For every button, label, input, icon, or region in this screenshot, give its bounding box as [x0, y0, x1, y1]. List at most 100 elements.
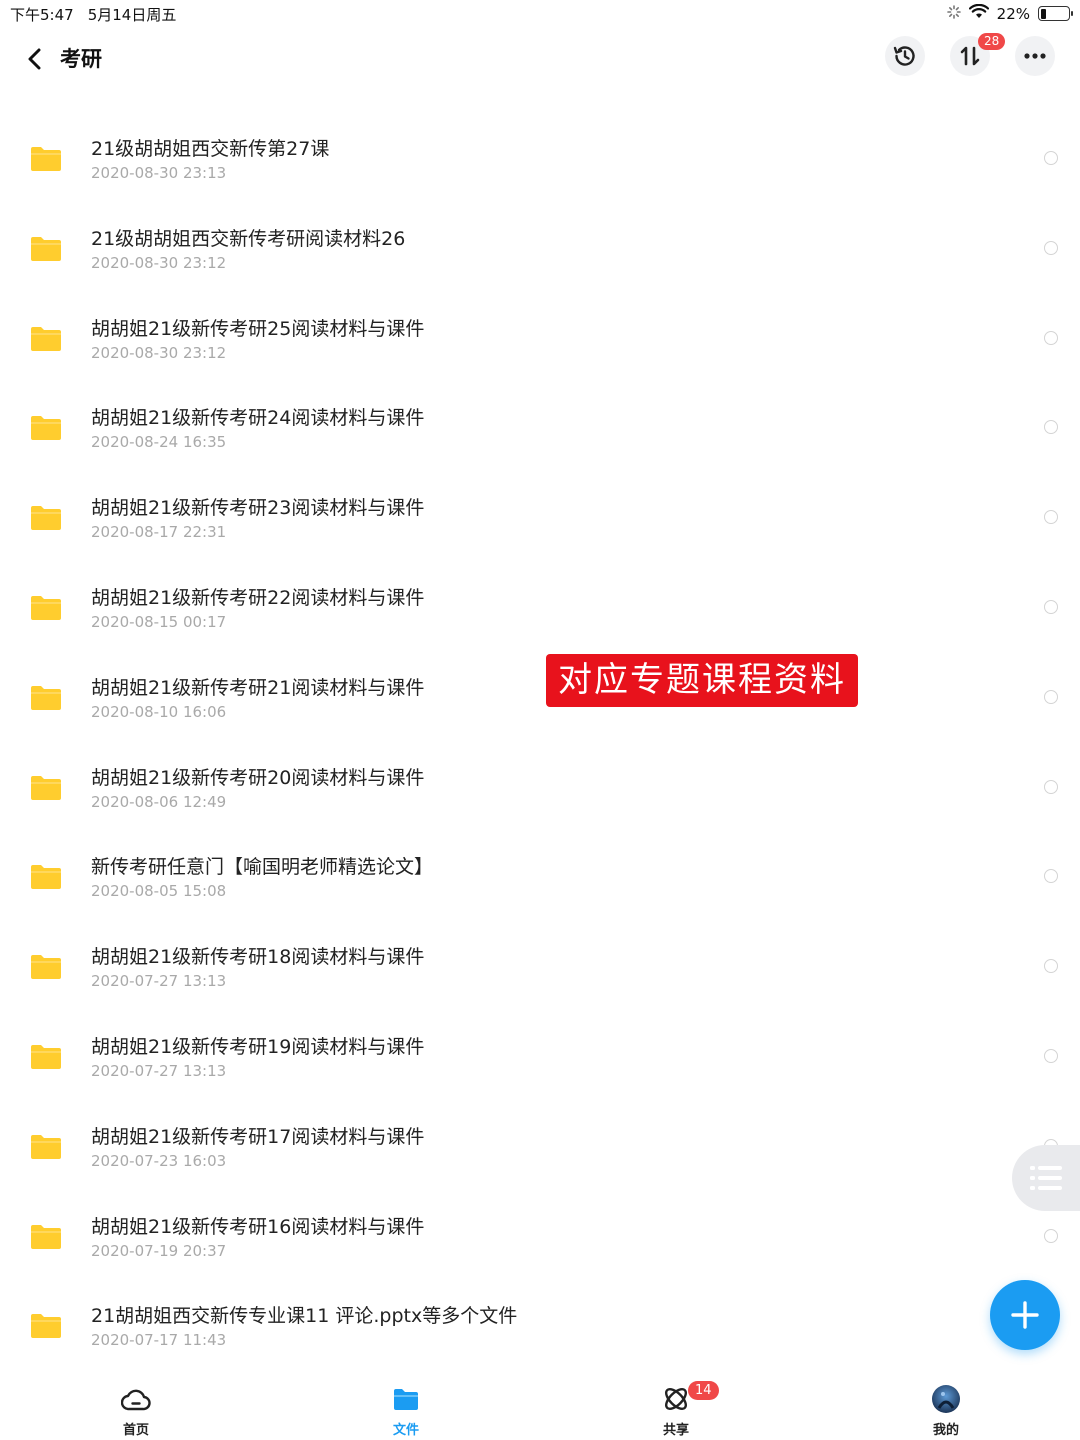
wifi-icon — [968, 3, 989, 23]
tab-files-label: 文件 — [392, 1423, 419, 1438]
folder-icon — [31, 147, 61, 171]
battery-icon — [1038, 6, 1073, 21]
folder-icon — [31, 416, 61, 441]
tab-profile-label: 我的 — [932, 1423, 959, 1438]
select-checkbox[interactable] — [1044, 510, 1058, 525]
folder-icon — [31, 865, 61, 890]
select-checkbox[interactable] — [1044, 151, 1058, 165]
list-item[interactable]: 胡胡姐21级新传考研16阅读材料与课件 2020-07-19 20:37 — [0, 1190, 1080, 1280]
select-checkbox[interactable] — [1044, 689, 1058, 704]
cloud-home-icon — [121, 1389, 151, 1411]
file-name: 胡胡姐21级新传考研21阅读材料与课件 — [91, 676, 425, 699]
history-icon — [893, 46, 915, 66]
more-button[interactable] — [1015, 36, 1055, 76]
file-name: 21胡胡姐西交新传专业课11 评论.pptx等多个文件 — [91, 1305, 518, 1328]
file-name: 新传考研任意门【喻国明老师精选论文】 — [91, 856, 434, 879]
list-item[interactable]: 胡胡姐21级新传考研20阅读材料与课件 2020-08-06 12:49 — [0, 741, 1080, 831]
list-item[interactable]: 21级胡胡姐西交新传第27课 2020-08-30 23:13 — [0, 112, 1080, 202]
more-dots-icon — [1024, 53, 1046, 59]
list-item[interactable]: 21级胡胡姐西交新传考研阅读材料26 2020-08-30 23:12 — [0, 202, 1080, 292]
file-list: 21级胡胡姐西交新传第27课 2020-08-30 23:13 21级胡胡姐西交新传… — [0, 112, 1080, 1369]
battery-level — [1040, 8, 1047, 19]
folder-icon — [31, 775, 61, 800]
status-time: 下午5:47 — [10, 6, 74, 24]
folder-icon — [31, 1134, 61, 1159]
share-badge: 14 — [688, 1381, 719, 1400]
select-checkbox[interactable] — [1044, 330, 1058, 345]
plus-icon — [1011, 1301, 1039, 1329]
list-item[interactable]: 胡胡姐21级新传考研17阅读材料与课件 2020-07-23 16:03 — [0, 1100, 1080, 1190]
folder-icon — [394, 1389, 418, 1410]
file-date: 2020-08-30 23:12 — [91, 253, 227, 272]
folder-icon — [31, 1044, 61, 1069]
list-item[interactable]: 胡胡姐21级新传考研25阅读材料与课件 2020-08-30 23:12 — [0, 292, 1080, 382]
loading-spinner-icon — [946, 4, 961, 23]
file-name: 21级胡胡姐西交新传考研阅读材料26 — [91, 227, 406, 250]
list-icon — [1030, 1166, 1062, 1190]
transfer-button[interactable]: 28 — [950, 33, 1006, 76]
tab-files[interactable]: 文件 — [356, 1378, 456, 1440]
page-title: 考研 — [60, 47, 102, 71]
select-checkbox[interactable] — [1044, 240, 1058, 255]
list-item[interactable]: 胡胡姐21级新传考研24阅读材料与课件 2020-08-24 16:35 — [0, 381, 1080, 471]
tab-home[interactable]: 首页 — [86, 1378, 186, 1440]
file-name: 胡胡姐21级新传考研24阅读材料与课件 — [91, 407, 425, 430]
list-item[interactable]: 新传考研任意门【喻国明老师精选论文】 2020-08-05 15:08 — [0, 830, 1080, 920]
add-button[interactable] — [990, 1280, 1060, 1350]
overlay-annotation-label: 对应专题课程资料 — [546, 654, 858, 707]
file-date: 2020-07-27 13:13 — [91, 1061, 227, 1080]
avatar — [932, 1385, 960, 1413]
file-date: 2020-08-15 00:17 — [91, 612, 227, 631]
folder-icon — [31, 506, 61, 531]
select-checkbox[interactable] — [1044, 1048, 1058, 1063]
select-checkbox[interactable] — [1044, 1228, 1058, 1243]
file-date: 2020-08-06 12:49 — [91, 792, 227, 811]
select-checkbox[interactable] — [1044, 420, 1058, 435]
folder-icon — [31, 955, 61, 980]
folder-icon — [31, 1224, 61, 1249]
chevron-left-icon — [28, 48, 41, 70]
status-bar: 下午5:47 5月14日周五 22% — [0, 0, 1080, 26]
back-button[interactable] — [20, 42, 50, 76]
file-date: 2020-08-10 16:06 — [91, 702, 227, 721]
tab-home-label: 首页 — [122, 1423, 149, 1438]
tab-share[interactable]: 14 共享 — [626, 1378, 726, 1440]
file-date: 2020-08-17 22:31 — [91, 523, 227, 542]
history-button[interactable] — [885, 36, 925, 76]
list-item[interactable]: 21胡胡姐西交新传专业课11 评论.pptx等多个文件 2020-07-17 11… — [0, 1279, 1080, 1369]
list-view-toggle[interactable] — [1012, 1145, 1080, 1211]
file-date: 2020-07-17 11:43 — [91, 1331, 227, 1350]
header: 考研 28 — [0, 30, 1080, 88]
file-name: 胡胡姐21级新传考研17阅读材料与课件 — [91, 1125, 425, 1148]
file-name: 胡胡姐21级新传考研25阅读材料与课件 — [91, 317, 425, 340]
file-date: 2020-08-30 23:13 — [91, 164, 227, 182]
status-date: 5月14日周五 — [87, 6, 177, 24]
list-item[interactable]: 胡胡姐21级新传考研19阅读材料与课件 2020-07-27 13:13 — [0, 1010, 1080, 1100]
list-item[interactable]: 胡胡姐21级新传考研18阅读材料与课件 2020-07-27 13:13 — [0, 920, 1080, 1010]
select-checkbox[interactable] — [1044, 869, 1058, 884]
list-item[interactable]: 胡胡姐21级新传考研22阅读材料与课件 2020-08-15 00:17 — [0, 561, 1080, 651]
file-date: 2020-08-24 16:35 — [91, 433, 227, 452]
file-date: 2020-07-19 20:37 — [91, 1241, 227, 1260]
select-checkbox[interactable] — [1044, 959, 1058, 974]
bottom-tab-bar: 首页 文件 14 共享 我的 — [0, 1378, 1080, 1440]
battery-percent: 22% — [996, 4, 1030, 23]
list-item[interactable]: 胡胡姐21级新传考研21阅读材料与课件 2020-08-10 16:06 — [0, 651, 1080, 741]
tab-share-label: 共享 — [662, 1423, 689, 1438]
file-date: 2020-07-27 13:13 — [91, 972, 227, 991]
file-name: 胡胡姐21级新传考研23阅读材料与课件 — [91, 497, 425, 520]
tab-profile[interactable]: 我的 — [896, 1378, 996, 1440]
list-item[interactable]: 胡胡姐21级新传考研23阅读材料与课件 2020-08-17 22:31 — [0, 471, 1080, 561]
select-checkbox[interactable] — [1044, 599, 1058, 614]
folder-icon — [31, 595, 61, 620]
transfer-badge: 28 — [978, 33, 1006, 50]
select-checkbox[interactable] — [1044, 779, 1058, 794]
folder-icon — [31, 685, 61, 710]
file-date: 2020-08-05 15:08 — [91, 882, 227, 901]
folder-icon — [31, 326, 61, 351]
file-name: 胡胡姐21级新传考研20阅读材料与课件 — [91, 766, 425, 789]
file-name: 胡胡姐21级新传考研22阅读材料与课件 — [91, 586, 425, 609]
transfer-icon — [960, 46, 980, 66]
file-date: 2020-07-23 16:03 — [91, 1151, 227, 1170]
file-date: 2020-08-30 23:12 — [91, 343, 227, 362]
